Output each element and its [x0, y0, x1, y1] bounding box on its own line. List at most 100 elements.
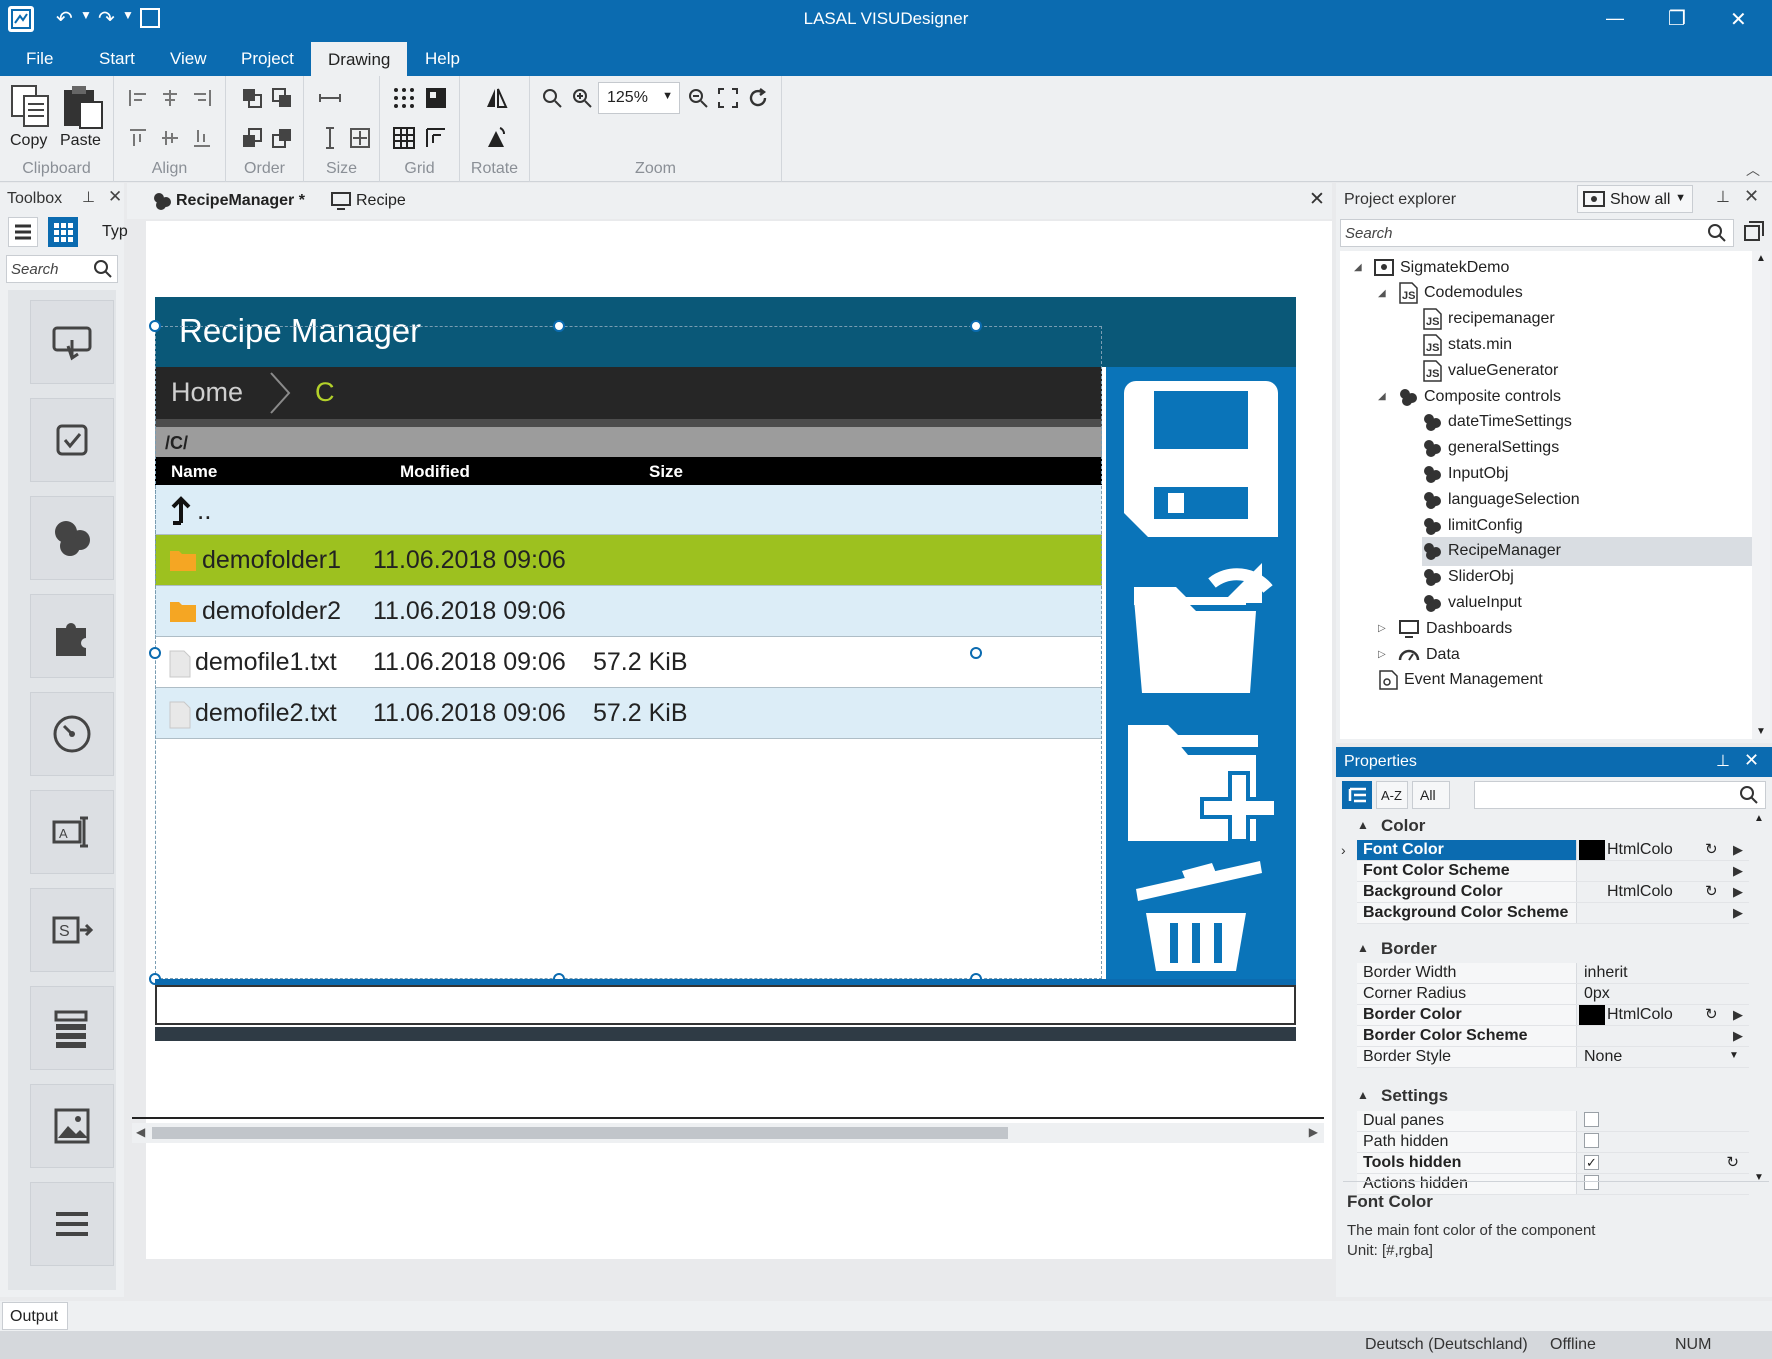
- resize-handle[interactable]: [970, 320, 982, 332]
- tree-item[interactable]: generalSettings: [1422, 434, 1559, 463]
- zoom-in-icon[interactable]: [570, 86, 594, 110]
- property-row[interactable]: Font Color HtmlColo ↻ ▶: [1357, 840, 1749, 861]
- menu-help[interactable]: Help: [425, 49, 460, 69]
- tree-item[interactable]: ▷ Data: [1378, 640, 1460, 669]
- zoom-reset-icon[interactable]: [686, 86, 710, 110]
- tree-item[interactable]: SliderObj: [1422, 563, 1514, 592]
- property-row[interactable]: Corner Radius 0px: [1357, 984, 1749, 1005]
- properties-close-icon[interactable]: ✕: [1744, 750, 1759, 771]
- toolbox-search-input[interactable]: Search: [6, 255, 118, 283]
- tree-item[interactable]: dateTimeSettings: [1422, 408, 1572, 437]
- send-to-back-icon[interactable]: [270, 126, 294, 150]
- paste-button[interactable]: Paste: [60, 84, 106, 150]
- scroll-right-icon[interactable]: ▶: [1309, 1125, 1318, 1139]
- add-folder-icon[interactable]: [1124, 713, 1278, 843]
- tree-item[interactable]: ◢ JS Codemodules: [1378, 279, 1523, 308]
- property-value[interactable]: ✓: [1579, 1153, 1724, 1173]
- property-value[interactable]: HtmlColo ↻: [1579, 882, 1724, 902]
- type-filter[interactable]: Typ: [102, 223, 128, 241]
- reset-icon[interactable]: ↻: [1705, 1005, 1718, 1023]
- restore-button[interactable]: ❐: [1668, 6, 1686, 31]
- file-row[interactable]: demofile1.txt 11.06.2018 09:06 57.2 KiB: [155, 637, 1102, 688]
- expand-arrow-icon[interactable]: ▶: [1733, 884, 1743, 900]
- tree-item[interactable]: RecipeManager: [1422, 536, 1752, 566]
- tree-item[interactable]: JS stats.min: [1422, 330, 1512, 359]
- scrollbar-thumb[interactable]: [152, 1127, 1008, 1139]
- property-value[interactable]: [1579, 1132, 1724, 1152]
- color-swatch[interactable]: [1579, 840, 1605, 860]
- expand-arrow-icon[interactable]: ▶: [1733, 1007, 1743, 1023]
- tree-item[interactable]: ▷ Dashboards: [1378, 614, 1512, 643]
- same-height-icon[interactable]: [318, 126, 342, 150]
- load-folder-icon[interactable]: [1124, 557, 1278, 697]
- show-all-dropdown[interactable]: Show all ▼: [1577, 185, 1693, 213]
- scroll-down-icon[interactable]: ▼: [1756, 726, 1766, 737]
- list-view-icon[interactable]: [8, 217, 38, 247]
- fit-to-screen-icon[interactable]: [716, 86, 740, 110]
- trash-icon[interactable]: [1132, 851, 1262, 971]
- resize-handle[interactable]: [970, 647, 982, 659]
- breadcrumb-home[interactable]: Home: [171, 377, 243, 408]
- minimize-button[interactable]: —: [1606, 8, 1624, 29]
- property-row[interactable]: Border Width inherit: [1357, 963, 1749, 984]
- align-middle-icon[interactable]: [158, 126, 182, 150]
- align-center-icon[interactable]: [158, 86, 182, 110]
- tree-item[interactable]: limitConfig: [1422, 511, 1523, 540]
- checkbox[interactable]: ✓: [1584, 1155, 1599, 1170]
- property-row[interactable]: Font Color Scheme ▶: [1357, 861, 1749, 882]
- tree-item[interactable]: InputObj: [1422, 459, 1508, 488]
- close-document-icon[interactable]: ✕: [1309, 188, 1325, 211]
- save-icon[interactable]: [1124, 381, 1278, 537]
- property-row[interactable]: Border Color HtmlColo ↻ ▶: [1357, 1005, 1749, 1026]
- same-size-icon[interactable]: [348, 126, 372, 150]
- touch-button-icon[interactable]: [30, 300, 114, 384]
- reset-icon[interactable]: ↻: [1705, 840, 1718, 858]
- align-left-icon[interactable]: [126, 86, 150, 110]
- menu-drawing[interactable]: Drawing: [311, 42, 408, 76]
- collapse-icon[interactable]: ◢: [1378, 391, 1392, 402]
- reset-icon[interactable]: ↻: [1726, 1153, 1739, 1171]
- parent-folder-row[interactable]: ..: [155, 485, 1102, 535]
- zoom-out-icon[interactable]: [540, 86, 564, 110]
- property-row[interactable]: Dual panes: [1357, 1111, 1749, 1132]
- expand-arrow-icon[interactable]: ▶: [1733, 1028, 1743, 1044]
- column-name[interactable]: Name: [171, 462, 217, 482]
- expand-arrow-icon[interactable]: ▶: [1733, 842, 1743, 858]
- properties-search-input[interactable]: [1474, 781, 1766, 809]
- scroll-left-icon[interactable]: ◀: [136, 1125, 145, 1139]
- property-value[interactable]: [1579, 1026, 1724, 1046]
- property-value[interactable]: HtmlColo ↻: [1579, 840, 1724, 860]
- toolbox-close-icon[interactable]: ✕: [108, 187, 122, 207]
- property-value[interactable]: None ▼: [1579, 1047, 1739, 1067]
- grid-view-icon[interactable]: [48, 217, 78, 247]
- project-explorer-close-icon[interactable]: ✕: [1744, 186, 1759, 207]
- scroll-up-icon[interactable]: ▲: [1756, 253, 1766, 264]
- property-row[interactable]: Background Color Scheme ▶: [1357, 903, 1749, 924]
- column-size[interactable]: Size: [649, 462, 683, 482]
- tree-item[interactable]: ◢ SigmatekDemo: [1354, 253, 1509, 282]
- collapse-icon[interactable]: ◢: [1378, 288, 1392, 299]
- close-button[interactable]: ✕: [1730, 7, 1747, 32]
- tree-item[interactable]: JS valueGenerator: [1422, 356, 1558, 385]
- zoom-select[interactable]: 125% ▼: [598, 82, 680, 114]
- bring-to-front-icon[interactable]: [270, 86, 294, 110]
- properties-scrollbar[interactable]: ▲ ▼: [1750, 813, 1768, 1183]
- align-right-icon[interactable]: [190, 86, 214, 110]
- expand-icon[interactable]: ▷: [1378, 649, 1392, 660]
- tree-item[interactable]: JS recipemanager: [1422, 305, 1555, 334]
- tree-item[interactable]: languageSelection: [1422, 485, 1580, 514]
- menu-start[interactable]: Start: [99, 49, 135, 69]
- tree-item[interactable]: Event Management: [1378, 666, 1543, 695]
- resize-handle[interactable]: [149, 647, 161, 659]
- checkbox[interactable]: [1584, 1133, 1599, 1148]
- file-row[interactable]: demofile2.txt 11.06.2018 09:06 57.2 KiB: [155, 688, 1102, 739]
- reset-icon[interactable]: ↻: [1705, 882, 1718, 900]
- grid-dots-icon[interactable]: [392, 86, 416, 110]
- property-value[interactable]: [1579, 903, 1724, 923]
- menu-file[interactable]: File: [26, 49, 53, 69]
- pin-icon[interactable]: ⊥: [1716, 751, 1730, 771]
- property-row[interactable]: Tools hidden ✓ ↻: [1357, 1153, 1749, 1174]
- breadcrumb-current[interactable]: C: [315, 377, 335, 408]
- refresh-icon[interactable]: [746, 86, 770, 110]
- expand-arrow-icon[interactable]: ▶: [1733, 905, 1743, 921]
